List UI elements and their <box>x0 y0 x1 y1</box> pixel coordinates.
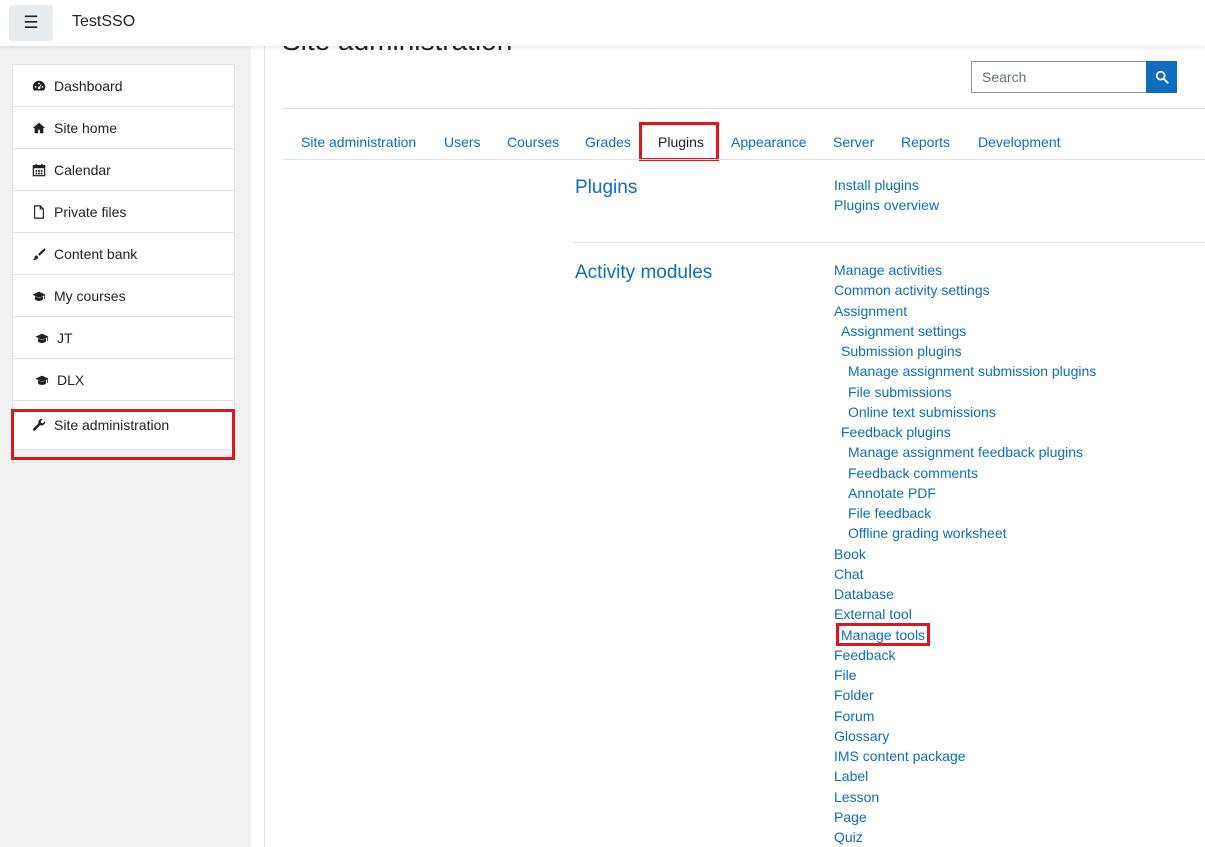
drawer-item-course-dlx[interactable]: DLX <box>13 359 234 401</box>
site-name[interactable]: TestSSO <box>72 13 135 31</box>
tab-users[interactable]: Users <box>444 124 481 160</box>
drawer-item-label: My courses <box>54 287 126 304</box>
drawer-item-label: Private files <box>54 203 127 220</box>
link-feedback-plugins[interactable]: Feedback plugins <box>841 424 951 441</box>
drawer-item-site-home[interactable]: Site home <box>13 107 234 149</box>
section-title-activity-modules[interactable]: Activity modules <box>575 262 712 284</box>
link-label[interactable]: Label <box>834 768 868 785</box>
link-submission-plugins[interactable]: Submission plugins <box>841 343 962 360</box>
drawer-item-label: DLX <box>57 371 85 388</box>
section-title-plugins[interactable]: Plugins <box>575 177 637 199</box>
drawer-item-label: Site administration <box>54 417 170 433</box>
home-icon <box>32 121 46 135</box>
link-database[interactable]: Database <box>834 586 894 603</box>
search-form <box>971 61 1177 93</box>
tab-site-administration[interactable]: Site administration <box>301 124 416 160</box>
link-common-activity-settings[interactable]: Common activity settings <box>834 282 990 299</box>
search-icon <box>1155 70 1169 84</box>
search-input[interactable] <box>971 61 1146 93</box>
link-assignment[interactable]: Assignment <box>834 303 907 320</box>
link-manage-assignment-submission-plugins[interactable]: Manage assignment submission plugins <box>848 363 1096 380</box>
link-ims-content-package[interactable]: IMS content package <box>834 748 966 765</box>
graduation-cap-icon <box>35 373 49 387</box>
drawer-item-calendar[interactable]: Calendar <box>13 149 234 191</box>
link-assignment-settings[interactable]: Assignment settings <box>841 323 966 340</box>
link-file[interactable]: File <box>834 667 857 684</box>
link-forum[interactable]: Forum <box>834 708 874 725</box>
graduation-cap-icon <box>32 289 46 303</box>
dashboard-icon <box>32 79 46 93</box>
drawer-nav-list: Dashboard Site home Calendar Private fil… <box>12 64 235 450</box>
tab-appearance[interactable]: Appearance <box>731 124 807 160</box>
link-offline-grading-worksheet[interactable]: Offline grading worksheet <box>848 525 1007 542</box>
link-external-tool[interactable]: External tool <box>834 606 912 623</box>
drawer-item-dashboard[interactable]: Dashboard <box>13 65 234 107</box>
tab-development[interactable]: Development <box>978 124 1061 160</box>
link-install-plugins[interactable]: Install plugins <box>834 177 919 194</box>
link-manage-assignment-feedback-plugins[interactable]: Manage assignment feedback plugins <box>848 444 1083 461</box>
link-file-feedback[interactable]: File feedback <box>848 505 931 522</box>
calendar-icon <box>32 163 46 177</box>
search-button[interactable] <box>1146 61 1177 93</box>
tabs-divider <box>283 159 1205 160</box>
tab-reports[interactable]: Reports <box>901 124 950 160</box>
link-quiz[interactable]: Quiz <box>834 829 863 846</box>
link-online-text-submissions[interactable]: Online text submissions <box>848 404 996 421</box>
link-manage-tools[interactable]: Manage tools <box>841 627 925 644</box>
link-annotate-pdf[interactable]: Annotate PDF <box>848 485 936 502</box>
tab-plugins[interactable]: Plugins <box>658 124 704 160</box>
paintbrush-icon <box>32 247 46 261</box>
link-manage-activities[interactable]: Manage activities <box>834 262 942 279</box>
drawer-item-label: Site home <box>54 119 118 136</box>
drawer-item-course-jt[interactable]: JT <box>13 317 234 359</box>
drawer-item-label: Dashboard <box>54 77 123 94</box>
drawer-item-content-bank[interactable]: Content bank <box>13 233 234 275</box>
tab-grades[interactable]: Grades <box>585 124 631 160</box>
link-file-submissions[interactable]: File submissions <box>848 384 951 401</box>
divider <box>283 108 1205 109</box>
link-folder[interactable]: Folder <box>834 687 874 704</box>
drawer-item-private-files[interactable]: Private files <box>13 191 234 233</box>
drawer-item-label: Content bank <box>54 245 138 262</box>
graduation-cap-icon <box>35 331 49 345</box>
hamburger-icon[interactable]: ☰ <box>9 5 53 41</box>
link-feedback-comments[interactable]: Feedback comments <box>848 465 978 482</box>
top-navbar: ☰ TestSSO <box>0 0 1205 46</box>
drawer-item-label: Calendar <box>54 161 111 178</box>
drawer-item-my-courses[interactable]: My courses <box>13 275 234 317</box>
main-divider <box>264 46 265 847</box>
link-plugins-overview[interactable]: Plugins overview <box>834 197 939 214</box>
tab-courses[interactable]: Courses <box>507 124 559 160</box>
link-lesson[interactable]: Lesson <box>834 789 879 806</box>
tab-server[interactable]: Server <box>833 124 874 160</box>
wrench-icon <box>32 418 46 432</box>
section-divider <box>573 242 1205 243</box>
drawer-item-label: JT <box>57 329 73 346</box>
link-page[interactable]: Page <box>834 809 867 826</box>
link-glossary[interactable]: Glossary <box>834 728 889 745</box>
link-book[interactable]: Book <box>834 546 866 563</box>
drawer-item-site-administration[interactable]: Site administration <box>13 401 234 449</box>
nav-drawer: Dashboard Site home Calendar Private fil… <box>0 46 251 847</box>
link-feedback[interactable]: Feedback <box>834 647 895 664</box>
file-icon <box>32 204 46 219</box>
link-chat[interactable]: Chat <box>834 566 864 583</box>
